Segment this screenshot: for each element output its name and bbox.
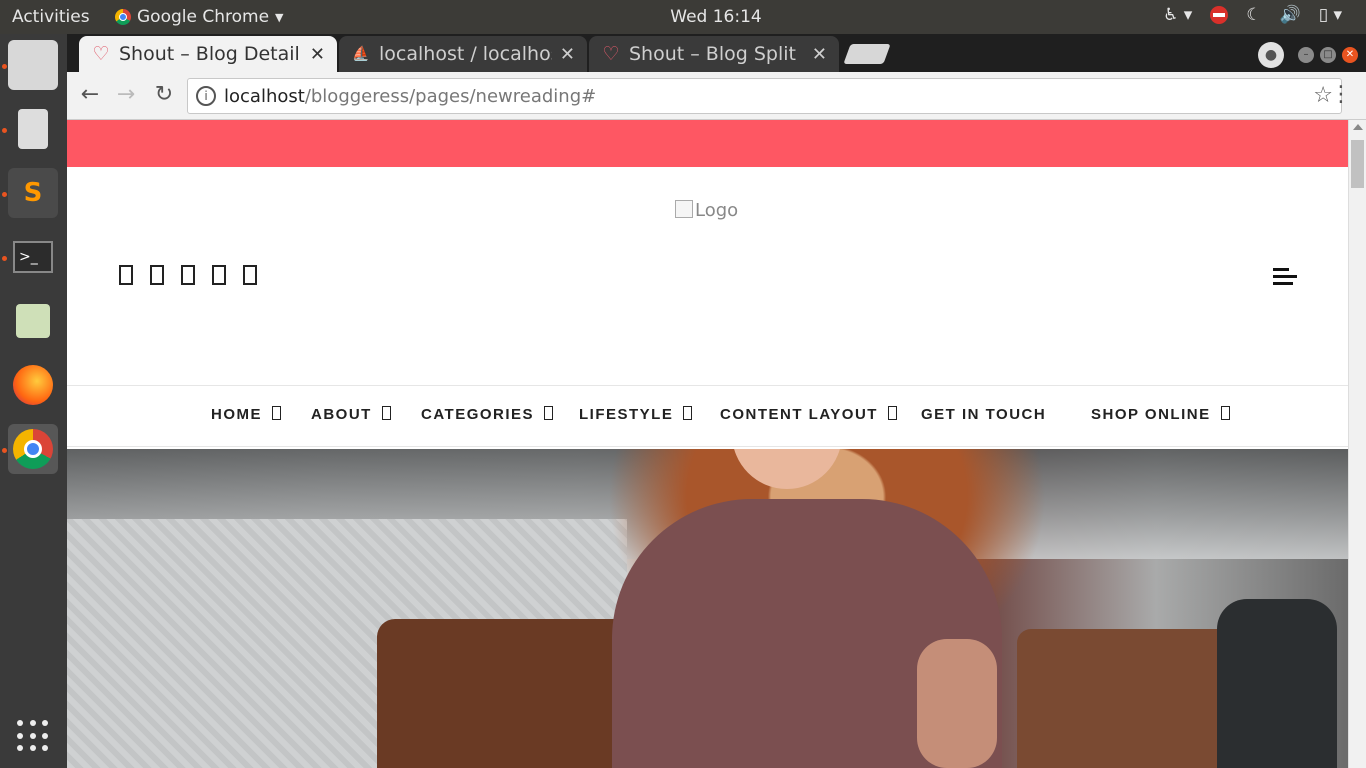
- url-host: localhost: [224, 85, 305, 107]
- social-icon[interactable]: [212, 265, 226, 285]
- terminal-icon[interactable]: >_: [8, 232, 58, 282]
- running-indicator: [2, 256, 7, 261]
- speaker-app-icon[interactable]: [8, 104, 58, 154]
- nav-label: ABOUT: [311, 406, 372, 423]
- nav-label: CONTENT LAYOUT: [720, 406, 878, 423]
- do-not-disturb-icon[interactable]: [1210, 6, 1229, 24]
- tab-blog-detail[interactable]: ♡ Shout – Blog Detail ✕: [79, 36, 337, 72]
- nav-item-categories[interactable]: CATEGORIES: [421, 406, 554, 423]
- address-bar[interactable]: i localhost/bloggeress/pages/newreading#…: [187, 78, 1342, 114]
- tab-title: Shout – Blog Split | S: [629, 43, 804, 65]
- page-scrollbar[interactable]: [1348, 120, 1366, 768]
- minimize-icon[interactable]: –: [1298, 47, 1314, 63]
- close-tab-icon[interactable]: ✕: [812, 44, 827, 65]
- activities-button[interactable]: Activities: [12, 7, 90, 27]
- main-navigation: HOME ABOUT CATEGORIES LIFESTYLE CONTENT …: [67, 385, 1348, 447]
- running-indicator: [2, 128, 7, 133]
- chevron-down-icon: [381, 406, 391, 420]
- system-top-bar: Activities Google Chrome ▼ Wed 16:14 ♿ ▾…: [0, 0, 1366, 34]
- tab-title: localhost / localhost: [379, 43, 552, 65]
- chevron-down-icon: [1220, 406, 1230, 420]
- heart-icon: ♡: [602, 43, 620, 65]
- system-tray: ♿ ▾ ☾ 🔊 ▯ ▾: [1163, 5, 1342, 25]
- info-icon[interactable]: i: [196, 86, 216, 106]
- site-logo[interactable]: Logo: [675, 200, 738, 221]
- scrollbar-thumb[interactable]: [1351, 140, 1364, 188]
- app-menu[interactable]: Google Chrome ▼: [115, 7, 284, 27]
- nav-item-lifestyle[interactable]: LIFESTYLE: [579, 406, 693, 423]
- social-icon[interactable]: [150, 265, 164, 285]
- night-light-icon[interactable]: ☾: [1246, 5, 1261, 25]
- social-links: [119, 265, 257, 285]
- social-icon[interactable]: [119, 265, 133, 285]
- nav-item-content-layout[interactable]: CONTENT LAYOUT: [720, 406, 897, 423]
- social-icon[interactable]: [181, 265, 195, 285]
- window-controls: ● – □ ✕: [1258, 42, 1358, 68]
- broken-image-icon: [675, 200, 693, 218]
- nav-label: LIFESTYLE: [579, 406, 674, 423]
- chrome-dock-icon[interactable]: [8, 424, 58, 474]
- tab-phpmyadmin[interactable]: ⛵ localhost / localhost ✕: [339, 36, 587, 72]
- nav-label: HOME: [211, 406, 262, 423]
- scroll-up-icon[interactable]: [1353, 124, 1363, 130]
- sublime-text-icon[interactable]: S: [8, 168, 58, 218]
- back-arrow-icon[interactable]: ←: [77, 82, 103, 107]
- tab-strip: ♡ Shout – Blog Detail ✕ ⛵ localhost / lo…: [67, 34, 1366, 72]
- menu-toggle-icon[interactable]: [1273, 268, 1297, 289]
- nav-label: SHOP ONLINE: [1091, 406, 1211, 423]
- reload-icon[interactable]: ↻: [151, 82, 177, 107]
- tab-title: Shout – Blog Detail: [119, 43, 300, 65]
- profile-icon[interactable]: ●: [1258, 42, 1284, 68]
- logo-alt-text: Logo: [695, 200, 739, 221]
- firefox-icon[interactable]: [8, 360, 58, 410]
- show-applications-icon[interactable]: [17, 720, 49, 752]
- launcher-dock: S >_: [0, 34, 67, 768]
- accessibility-icon[interactable]: ♿ ▾: [1163, 5, 1192, 25]
- chevron-down-icon: [272, 406, 281, 420]
- chrome-icon: [115, 9, 131, 25]
- nav-item-get-in-touch[interactable]: GET IN TOUCH: [921, 406, 1046, 423]
- more-menu-icon[interactable]: ⋮: [1330, 82, 1352, 107]
- url-path: /bloggeress/pages/newreading#: [304, 85, 597, 107]
- phpmyadmin-icon: ⛵: [352, 46, 370, 62]
- volume-icon[interactable]: 🔊: [1280, 5, 1301, 25]
- close-tab-icon[interactable]: ✕: [560, 44, 575, 65]
- app-menu-label: Google Chrome: [137, 7, 270, 27]
- running-indicator: [2, 192, 7, 197]
- browser-toolbar: ← → ↻ i localhost/bloggeress/pages/newre…: [67, 72, 1366, 120]
- chevron-down-icon: [544, 406, 554, 420]
- nav-label: CATEGORIES: [421, 406, 535, 423]
- chevron-down-icon: [683, 406, 693, 420]
- top-accent-bar: [67, 120, 1348, 167]
- hero-image: [67, 449, 1348, 768]
- heart-icon: ♡: [92, 43, 110, 65]
- nav-item-home[interactable]: HOME: [211, 406, 281, 423]
- image-viewer-icon[interactable]: [8, 296, 58, 346]
- battery-icon[interactable]: ▯ ▾: [1319, 5, 1342, 25]
- social-icon[interactable]: [243, 265, 257, 285]
- running-indicator: [2, 448, 7, 453]
- files-icon[interactable]: [8, 40, 58, 90]
- new-tab-button[interactable]: [843, 44, 891, 64]
- nav-item-about[interactable]: ABOUT: [311, 406, 391, 423]
- close-tab-icon[interactable]: ✕: [310, 44, 325, 65]
- chevron-down-icon: [887, 406, 897, 420]
- dropdown-caret-icon: ▼: [275, 10, 284, 24]
- close-window-icon[interactable]: ✕: [1342, 47, 1358, 63]
- running-indicator: [2, 64, 7, 69]
- page-viewport: Logo HOME ABOUT CATEGORIES LIFESTYLE CON…: [67, 120, 1348, 768]
- forward-arrow-icon[interactable]: →: [113, 82, 139, 107]
- nav-item-shop-online[interactable]: SHOP ONLINE: [1091, 406, 1230, 423]
- maximize-icon[interactable]: □: [1320, 47, 1336, 63]
- nav-label: GET IN TOUCH: [921, 406, 1047, 423]
- tab-blog-split[interactable]: ♡ Shout – Blog Split | S ✕: [589, 36, 839, 72]
